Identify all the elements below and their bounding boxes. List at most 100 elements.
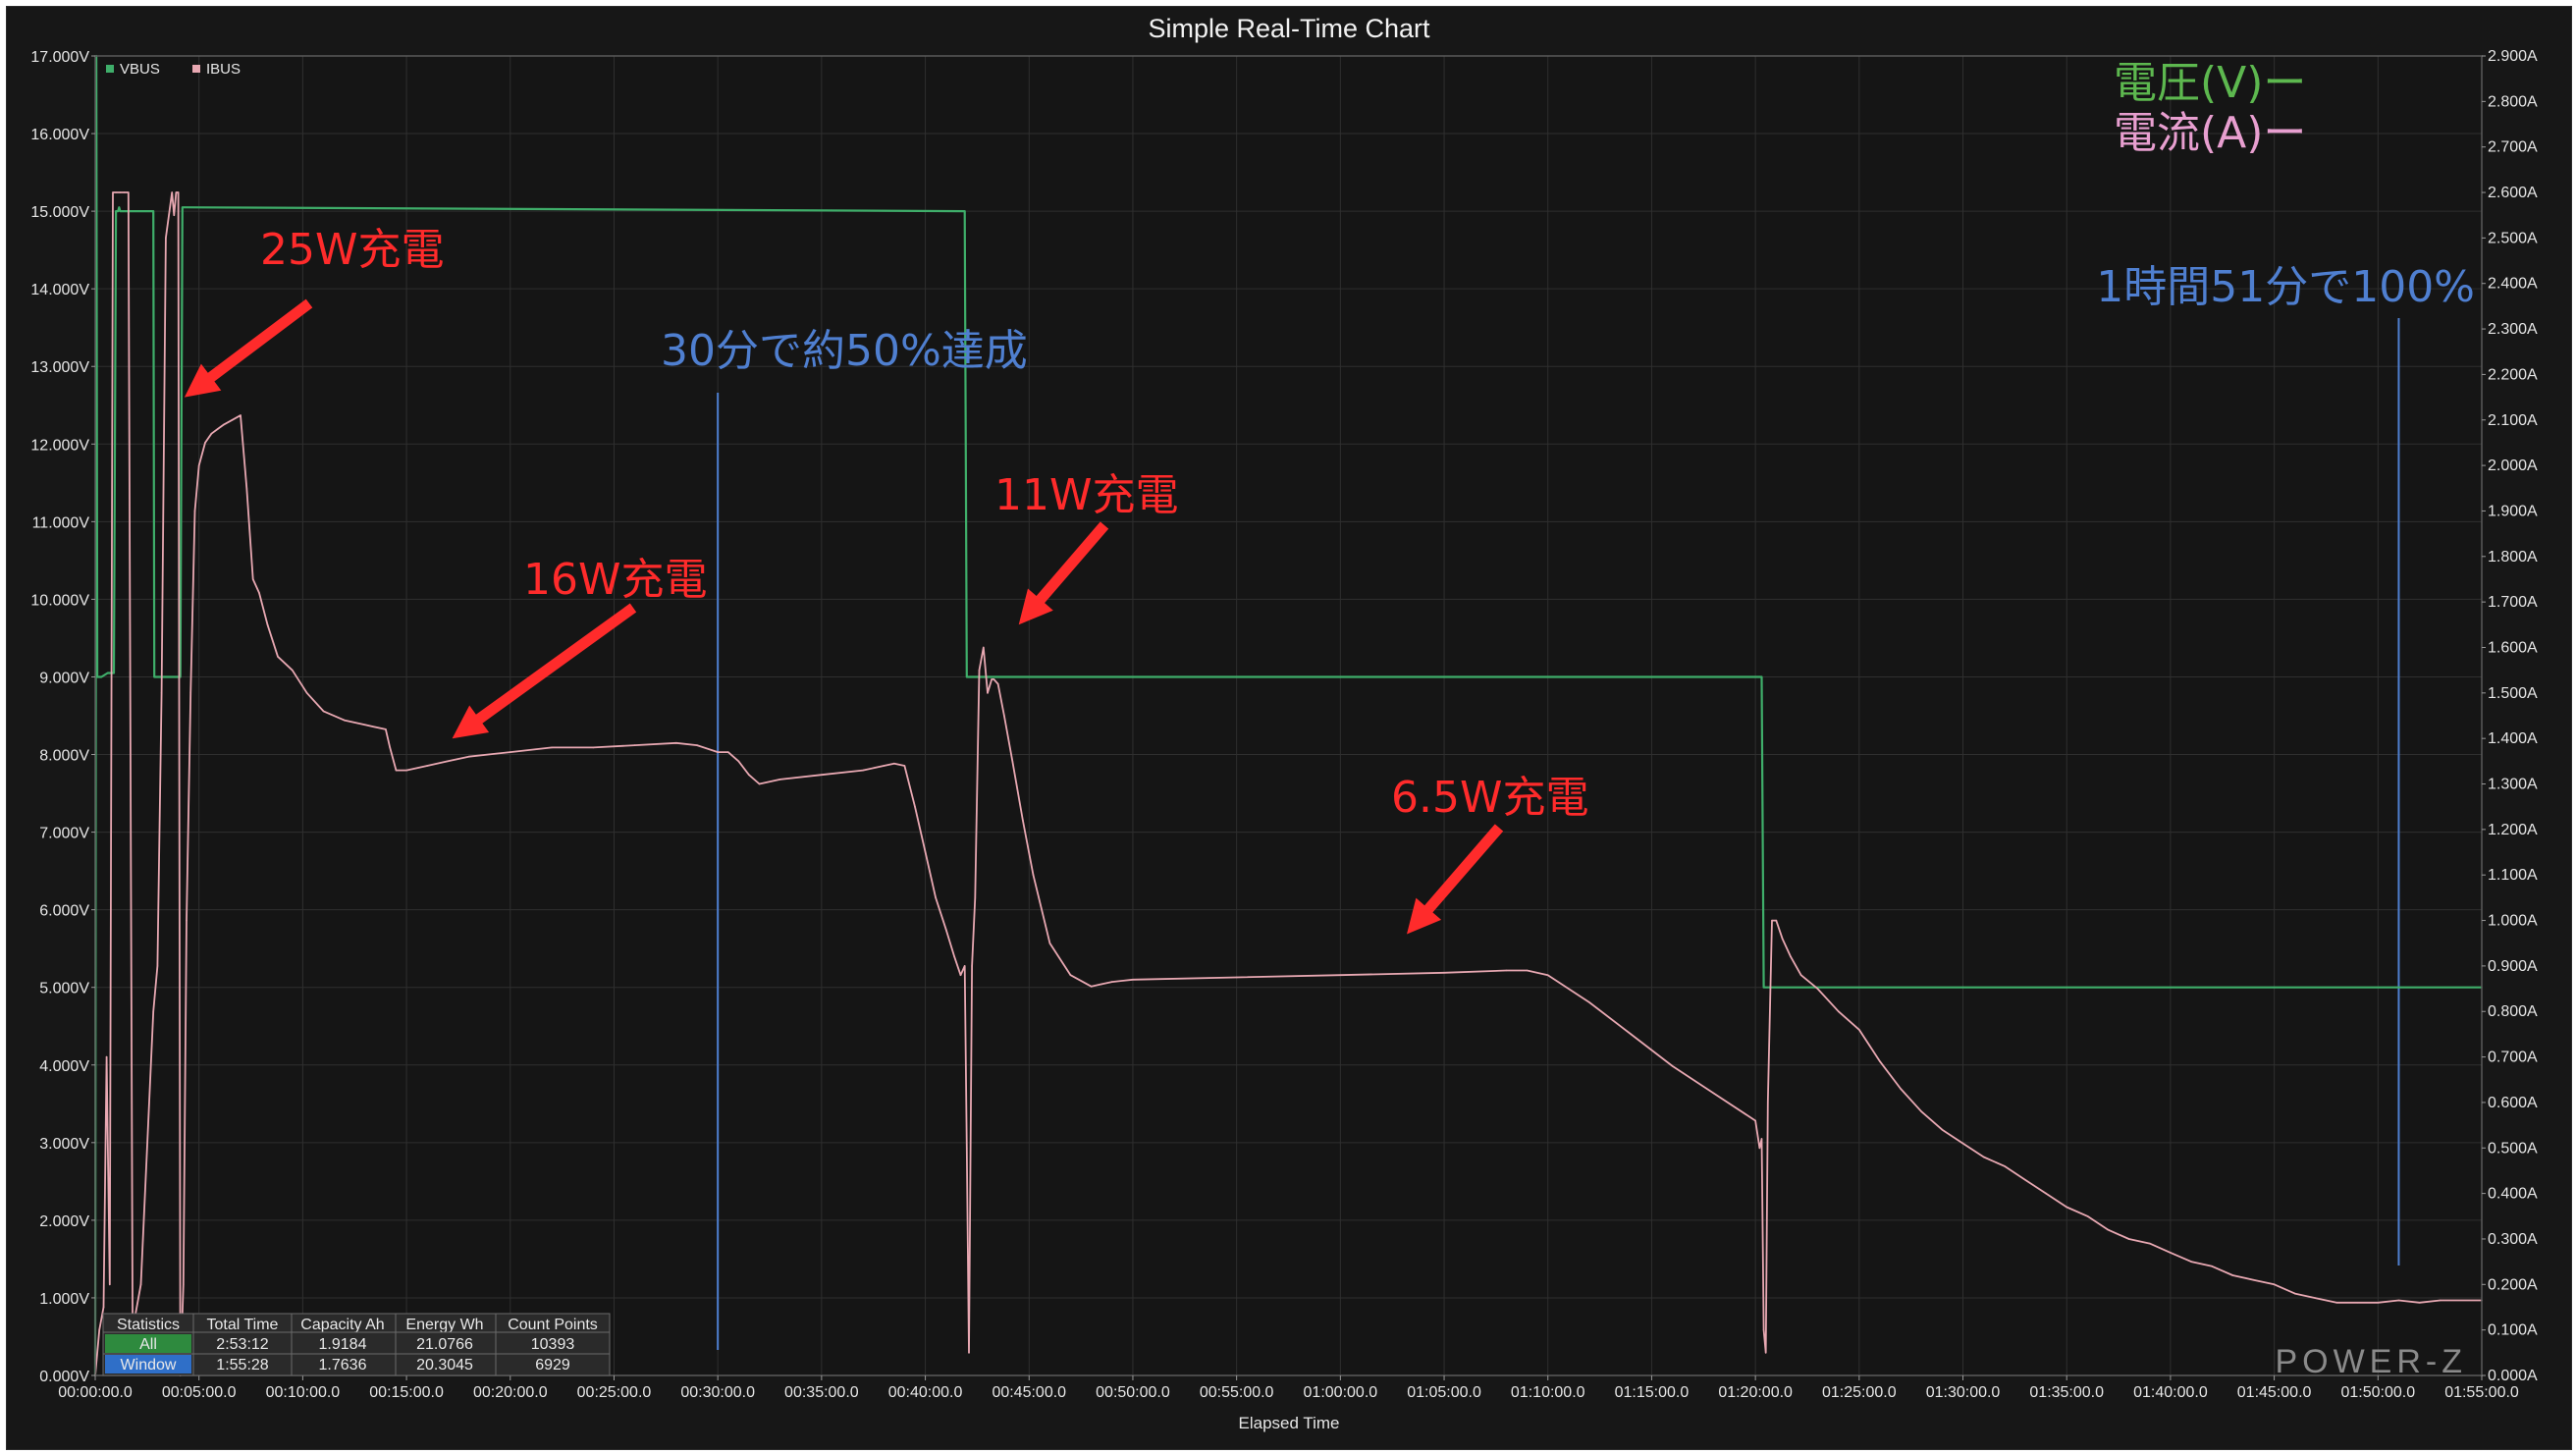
right-tick-label: 0.300A [2488,1231,2538,1248]
axis-legend-current: 電流(A)ー [2114,108,2306,158]
data-point-ibus [758,782,761,785]
data-point-ibus [1799,974,1802,976]
data-point-ibus [240,414,242,416]
x-tick-label: 01:10:00.0 [1511,1384,1585,1401]
data-point-vbus [96,675,98,678]
data-point-ibus [1111,981,1113,983]
annotation-25w: 25W充電 [260,225,445,275]
x-tick-label: 00:40:00.0 [888,1384,963,1401]
data-point-ibus [1790,955,1792,958]
data-point-ibus [447,760,450,763]
left-tick-label: 7.000V [39,826,89,842]
left-tick-label: 2.000V [39,1213,89,1230]
x-tick-label: 00:55:00.0 [1200,1384,1274,1401]
data-point-vbus [1760,675,1763,678]
x-tick-label: 01:55:00.0 [2444,1384,2519,1401]
data-point-ibus [1754,1119,1756,1122]
x-tick-label: 00:10:00.0 [266,1384,341,1401]
data-point-ibus [991,678,993,680]
stat-all-energy: 21.0766 [416,1336,473,1353]
data-point-ibus [1069,974,1072,976]
data-point-ibus [277,656,279,658]
chart-window: 17.000V 16.000V 15.000V 14.000V 13.000V 12.00… [6,6,2572,1450]
right-tick-label: 0.000A [2488,1368,2538,1384]
data-point-ibus [1132,979,1134,981]
data-point-ibus [944,929,947,931]
right-tick-label: 0.700A [2488,1050,2538,1066]
data-point-ibus [160,692,163,694]
data-point-ibus [2356,1302,2358,1304]
data-point-ibus [364,724,366,727]
stat-header-count: Count Points [508,1317,598,1333]
data-point-ibus [1713,1092,1715,1095]
data-point-ibus [251,578,254,580]
data-point-ibus [1090,986,1093,988]
data-point-ibus [102,1306,105,1309]
data-point-ibus [245,487,248,490]
chart: 17.000V 16.000V 15.000V 14.000V 13.000V 12.00… [30,14,2538,1432]
data-point-ibus [959,974,962,976]
x-tick-label: 01:30:00.0 [1926,1384,2001,1401]
data-point-ibus [197,464,200,466]
data-point-vbus [119,210,122,212]
right-tick-label: 1.100A [2488,867,2538,884]
right-tick-label: 2.900A [2488,48,2538,65]
data-point-vbus [1762,986,1765,989]
data-point-ibus [821,774,823,776]
data-point-ibus [2211,1266,2213,1267]
data-point-ibus [2107,1228,2110,1231]
data-point-ibus [216,428,219,430]
data-point-ibus [2024,1178,2026,1181]
annotation-100pct: 1時間51分で100% [2096,262,2475,312]
data-point-ibus [1022,819,1024,822]
data-point-ibus [128,191,130,193]
x-tick-label: 00:05:00.0 [162,1384,237,1401]
left-tick-label: 3.000V [39,1136,89,1153]
left-tick-label: 11.000V [32,514,90,531]
data-point-ibus [993,678,995,680]
left-tick-label: 5.000V [39,981,89,997]
data-point-ibus [726,751,729,753]
data-point-ibus [1941,1128,1944,1131]
data-point-ibus [2252,1278,2255,1281]
data-point-ibus [1339,974,1342,976]
data-point-ibus [974,896,977,899]
x-tick-label: 01:00:00.0 [1304,1384,1378,1401]
data-point-ibus [1837,1010,1840,1012]
annotation-30min: 30分で約50%達成 [661,326,1028,376]
data-point-ibus [177,191,180,193]
right-tick-label: 1.300A [2488,777,2538,793]
data-point-ibus [1758,1147,1761,1150]
data-point-ibus [2045,1192,2047,1195]
data-point-ibus [963,965,966,967]
right-tick-label: 1.800A [2488,549,2538,565]
data-point-vbus [154,675,157,678]
x-tick-label: 01:15:00.0 [1615,1384,1690,1401]
data-point-ibus [1771,919,1773,922]
x-tick-label: 00:20:00.0 [473,1384,548,1401]
data-point-ibus [1760,1138,1763,1140]
data-point-ibus [978,669,981,672]
x-tick-label: 00:45:00.0 [992,1384,1066,1401]
data-point-ibus [592,746,595,749]
data-point-ibus [258,592,260,594]
data-point-ibus [1900,1088,1902,1090]
data-point-ibus [139,1283,142,1286]
data-point-ibus [385,728,387,730]
data-point-ibus [893,762,895,765]
x-tick-label: 01:35:00.0 [2029,1384,2104,1401]
legend-label-vbus: VBUS [120,61,160,78]
data-point-ibus [1764,1352,1767,1354]
left-tick-label: 4.000V [39,1058,89,1075]
right-tick-label: 2.400A [2488,276,2538,293]
data-point-ibus [903,765,906,767]
x-tick-label: 00:35:00.0 [784,1384,859,1401]
data-point-ibus [1961,1142,1964,1145]
stat-all-capacity: 1.9184 [319,1336,367,1353]
data-point-ibus [204,442,206,444]
legend-swatch-ibus [192,65,200,73]
data-point-ibus [405,769,407,772]
data-point-ibus [2127,1238,2130,1240]
right-tick-label: 0.200A [2488,1276,2538,1293]
data-point-ibus [696,744,698,746]
